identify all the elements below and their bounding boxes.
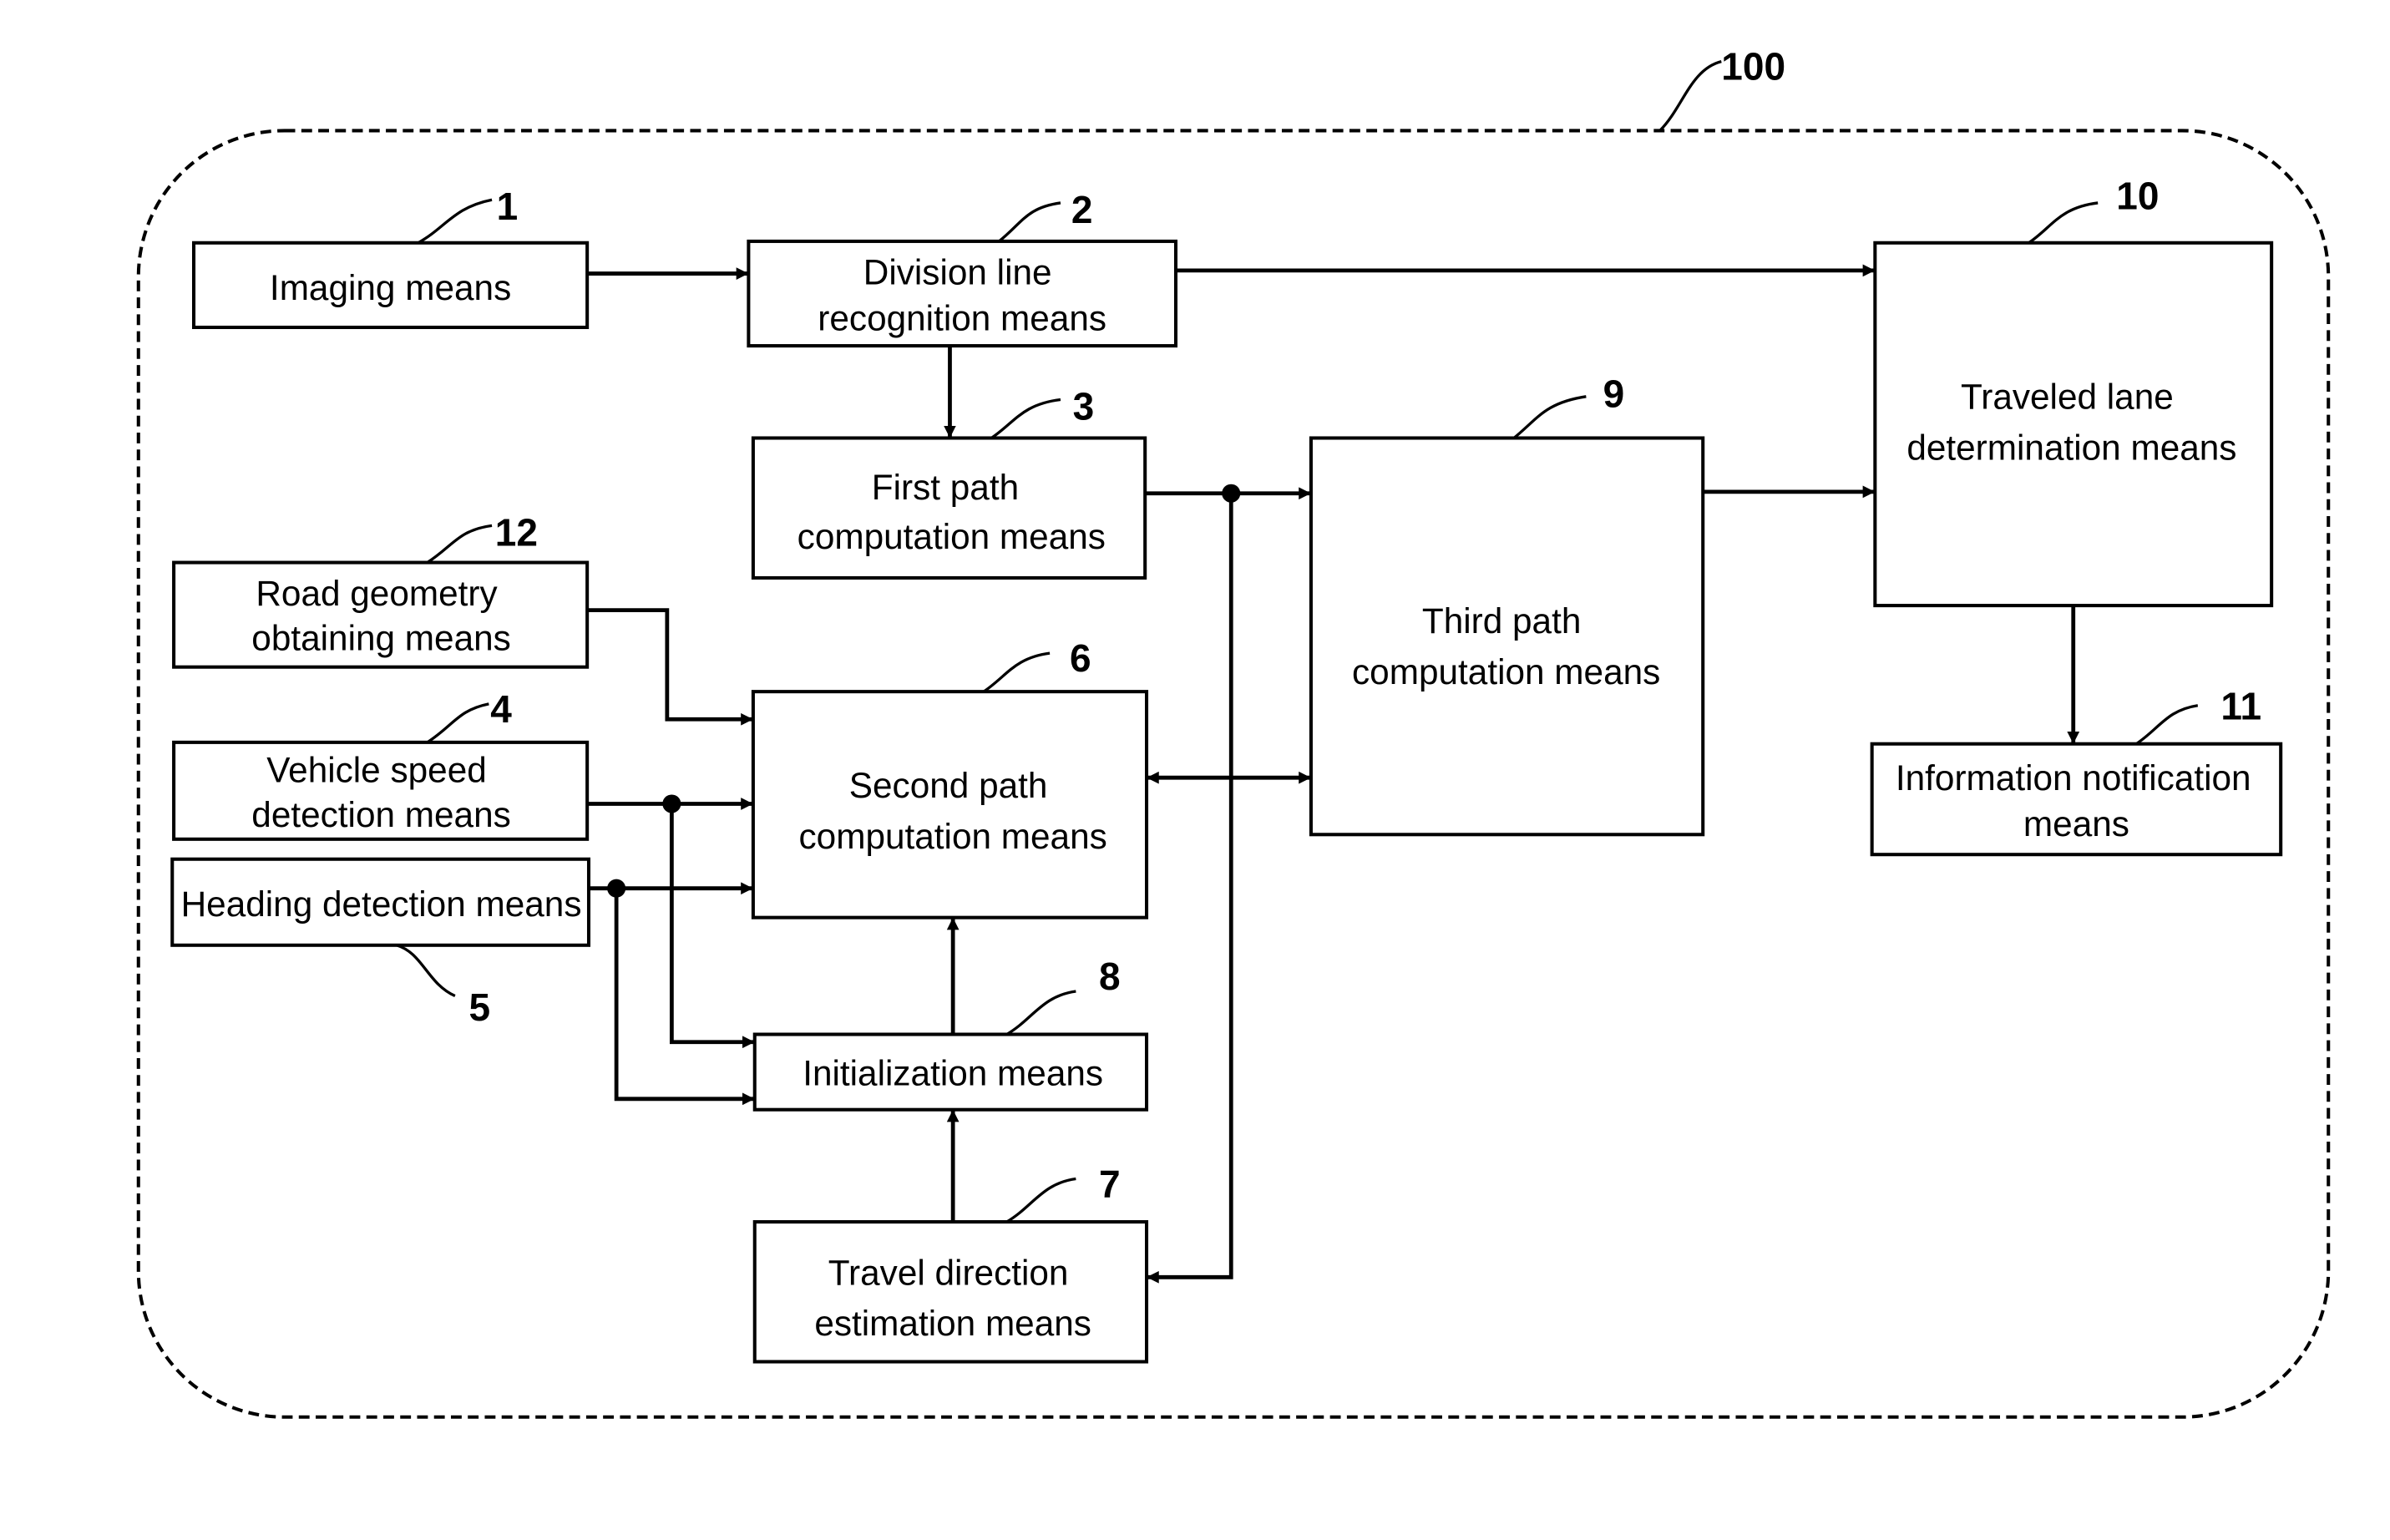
- block-label: First path: [872, 468, 1019, 507]
- block-diagram: 100 Imaging means 1 Division line recogn…: [136, 45, 2331, 1419]
- ref-number: 4: [490, 687, 512, 731]
- block-travel-direction-estimation: Travel direction estimation means 7: [752, 1163, 1149, 1364]
- block-imaging: Imaging means 1: [192, 185, 590, 330]
- ref-number: 1: [497, 185, 519, 228]
- ref-number: 9: [1603, 372, 1625, 416]
- block-label: Imaging means: [270, 268, 511, 307]
- block-label: Traveled lane: [1961, 377, 2174, 417]
- block-label: Heading detection means: [181, 884, 582, 924]
- block-label: computation means: [1352, 652, 1660, 691]
- wire-road-geometry-second-path: [587, 608, 753, 726]
- block-label: Initialization means: [803, 1053, 1103, 1092]
- ref-leader: [2028, 201, 2099, 245]
- system-ref-label: 100: [1721, 45, 1785, 89]
- block-label: Second path: [849, 766, 1048, 805]
- ref-number: 5: [468, 985, 490, 1029]
- ref-leader: [990, 398, 1061, 439]
- ref-number: 8: [1099, 955, 1121, 998]
- ref-number: 7: [1099, 1163, 1121, 1206]
- block-label: detection means: [251, 795, 511, 834]
- block-label: Third path: [1422, 601, 1582, 641]
- block-initialization: Initialization means 8: [752, 955, 1149, 1112]
- ref-leader: [2135, 704, 2199, 746]
- block-road-geometry-obtaining: Road geometry obtaining means 12: [172, 510, 590, 669]
- ref-leader: [1512, 395, 1587, 439]
- block-label: computation means: [798, 517, 1106, 556]
- wire-vehicle-speed-initialization: [669, 803, 755, 1049]
- block-label: Division line: [863, 252, 1052, 291]
- ref-leader: [1005, 990, 1076, 1036]
- wire-heading-initialization: [614, 888, 755, 1106]
- junction-dot: [1222, 484, 1241, 503]
- block-traveled-lane-determination: Traveled lane determination means 10: [1873, 174, 2274, 608]
- block-information-notification: Information notification means 11: [1870, 684, 2283, 857]
- block-division-line-recognition: Division line recognition means 2: [747, 188, 1178, 348]
- system-ref-leader: [1658, 60, 1722, 132]
- ref-number: 12: [495, 510, 538, 554]
- block-label: computation means: [799, 817, 1107, 856]
- ref-leader: [396, 944, 456, 998]
- block-vehicle-speed-detection: Vehicle speed detection means 4: [172, 687, 590, 841]
- block-second-path-computation: Second path computation means 6: [751, 636, 1149, 919]
- block-label: Travel direction: [828, 1254, 1069, 1293]
- ref-number: 11: [2220, 684, 2261, 727]
- block-label: Information notification: [1896, 758, 2251, 798]
- block-label: recognition means: [818, 299, 1106, 338]
- block-label: Vehicle speed: [266, 751, 486, 790]
- ref-number: 2: [1071, 188, 1093, 231]
- ref-number: 6: [1070, 636, 1091, 680]
- block-label: determination means: [1906, 428, 2236, 467]
- block-label: means: [2023, 804, 2129, 843]
- ref-leader: [983, 651, 1051, 693]
- ref-number: 10: [2116, 174, 2159, 217]
- block-label: Road geometry: [256, 574, 498, 613]
- block-label: obtaining means: [251, 618, 511, 657]
- ref-leader: [417, 198, 493, 245]
- block-label: estimation means: [814, 1304, 1091, 1343]
- ref-leader: [1005, 1177, 1076, 1223]
- wire-first-path-travel-direction: [1147, 493, 1233, 1284]
- ref-leader: [426, 524, 493, 564]
- ref-number: 3: [1073, 384, 1095, 428]
- ref-leader: [998, 201, 1061, 243]
- block-heading-detection: Heading detection means 5: [170, 857, 591, 1029]
- ref-leader: [426, 702, 489, 744]
- block-third-path-computation: Third path computation means 9: [1309, 372, 1705, 837]
